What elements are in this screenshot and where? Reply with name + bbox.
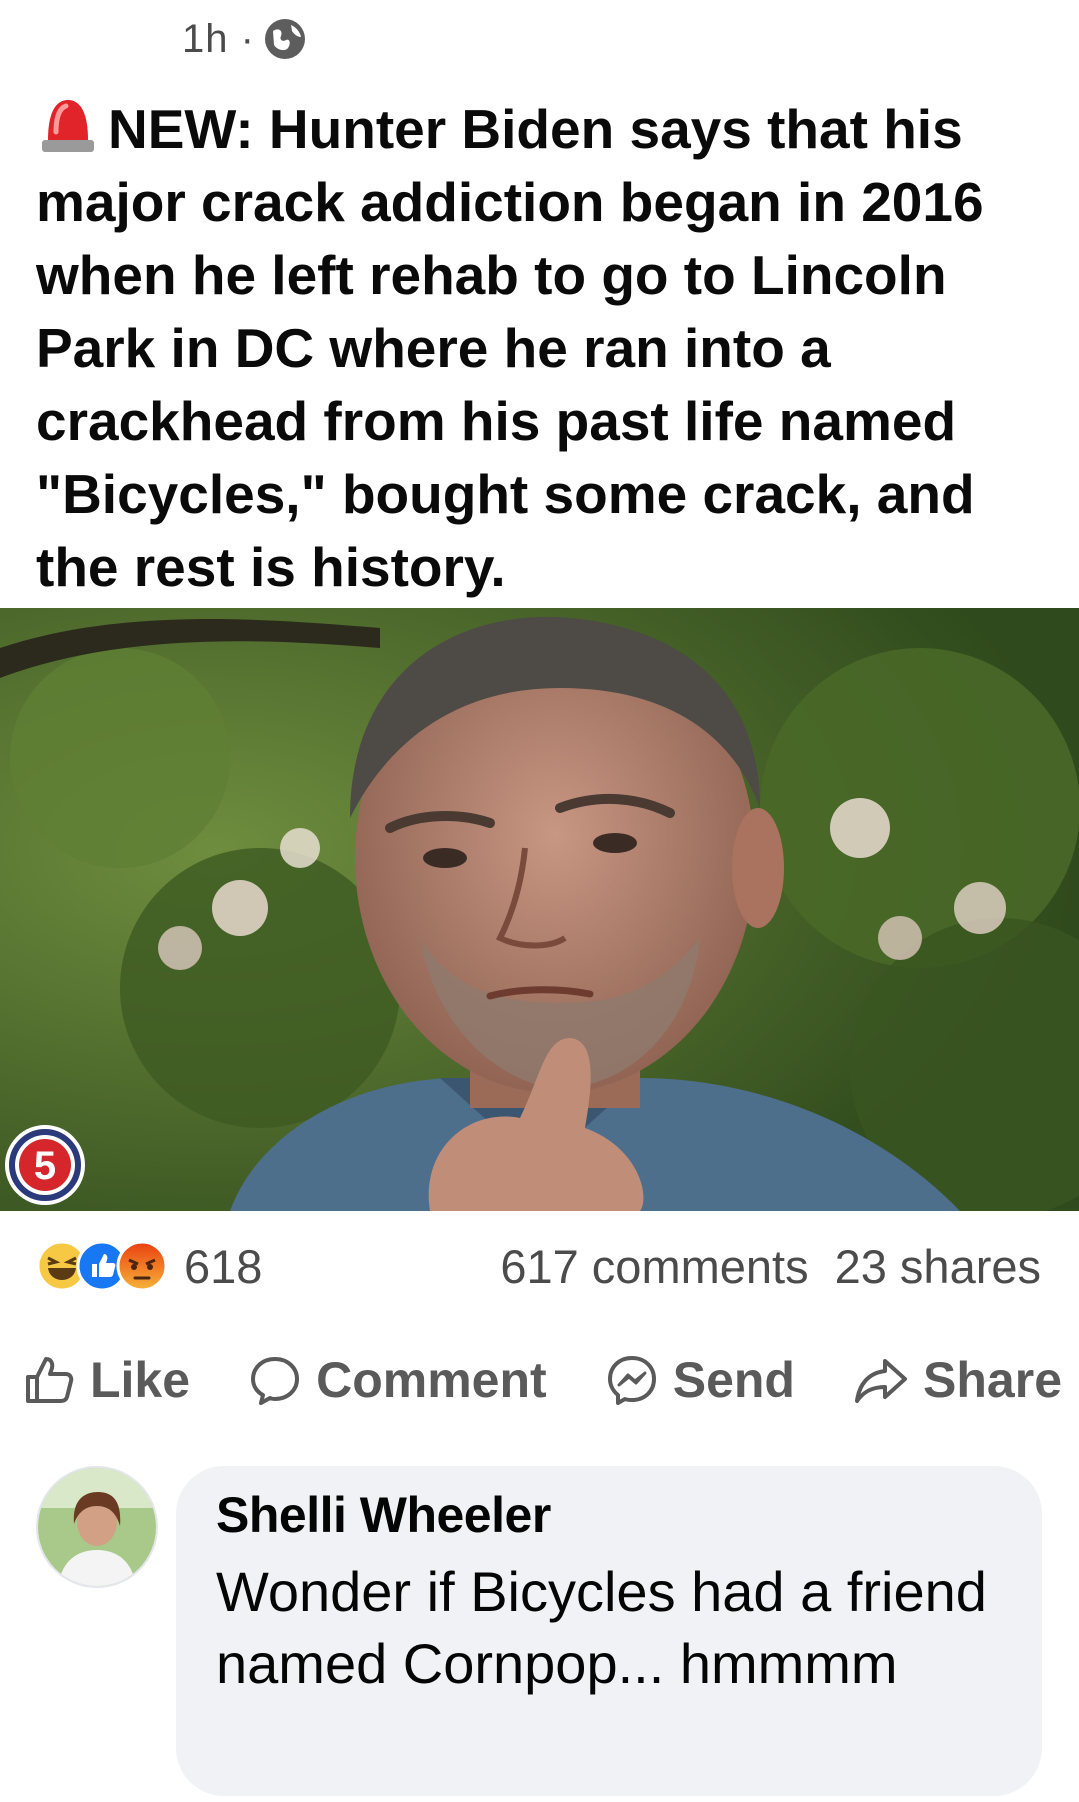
like-icon: [26, 1357, 74, 1403]
angry-reaction-icon: [116, 1240, 168, 1292]
comment-label: Comment: [316, 1352, 547, 1408]
share-button[interactable]: Share: [853, 1351, 1062, 1409]
comment-icon: [251, 1357, 300, 1405]
shares-count-link[interactable]: 23 shares: [835, 1239, 1041, 1294]
avatar[interactable]: [36, 1466, 158, 1588]
comment-author[interactable]: Shelli Wheeler: [216, 1486, 1002, 1544]
comment-bubble[interactable]: Shelli Wheeler Wonder if Bicycles had a …: [176, 1466, 1042, 1796]
messenger-icon: [607, 1356, 656, 1405]
post-photo[interactable]: [0, 608, 1079, 1211]
globe-icon: [263, 17, 307, 61]
share-icon: [855, 1359, 908, 1403]
siren-icon: [36, 92, 100, 156]
channel-5-logo: 5: [4, 1124, 86, 1206]
post-timestamp[interactable]: 1h ·: [182, 17, 255, 62]
comment-button[interactable]: Comment: [248, 1351, 547, 1409]
like-button[interactable]: Like: [22, 1351, 190, 1409]
comments-count-link[interactable]: 617 comments: [500, 1239, 808, 1294]
post-meta: 1h ·: [182, 14, 307, 64]
reaction-count: 618: [184, 1239, 263, 1293]
like-label: Like: [90, 1352, 191, 1408]
post-text-body: NEW: Hunter Biden says that his major cr…: [36, 98, 984, 598]
reactions-summary[interactable]: 618: [36, 1232, 262, 1300]
comment-text: Wonder if Bicycles had a friend named Co…: [216, 1560, 987, 1695]
channel-logo-number: 5: [34, 1144, 56, 1188]
engagement-counts: 617 comments 23 shares: [500, 1232, 1041, 1300]
post-action-bar: Like Comment Send Share: [22, 1340, 1062, 1420]
post-text: NEW: Hunter Biden says that his major cr…: [36, 92, 1046, 604]
share-label: Share: [923, 1352, 1062, 1408]
send-label: Send: [672, 1352, 795, 1408]
send-button[interactable]: Send: [605, 1351, 795, 1409]
